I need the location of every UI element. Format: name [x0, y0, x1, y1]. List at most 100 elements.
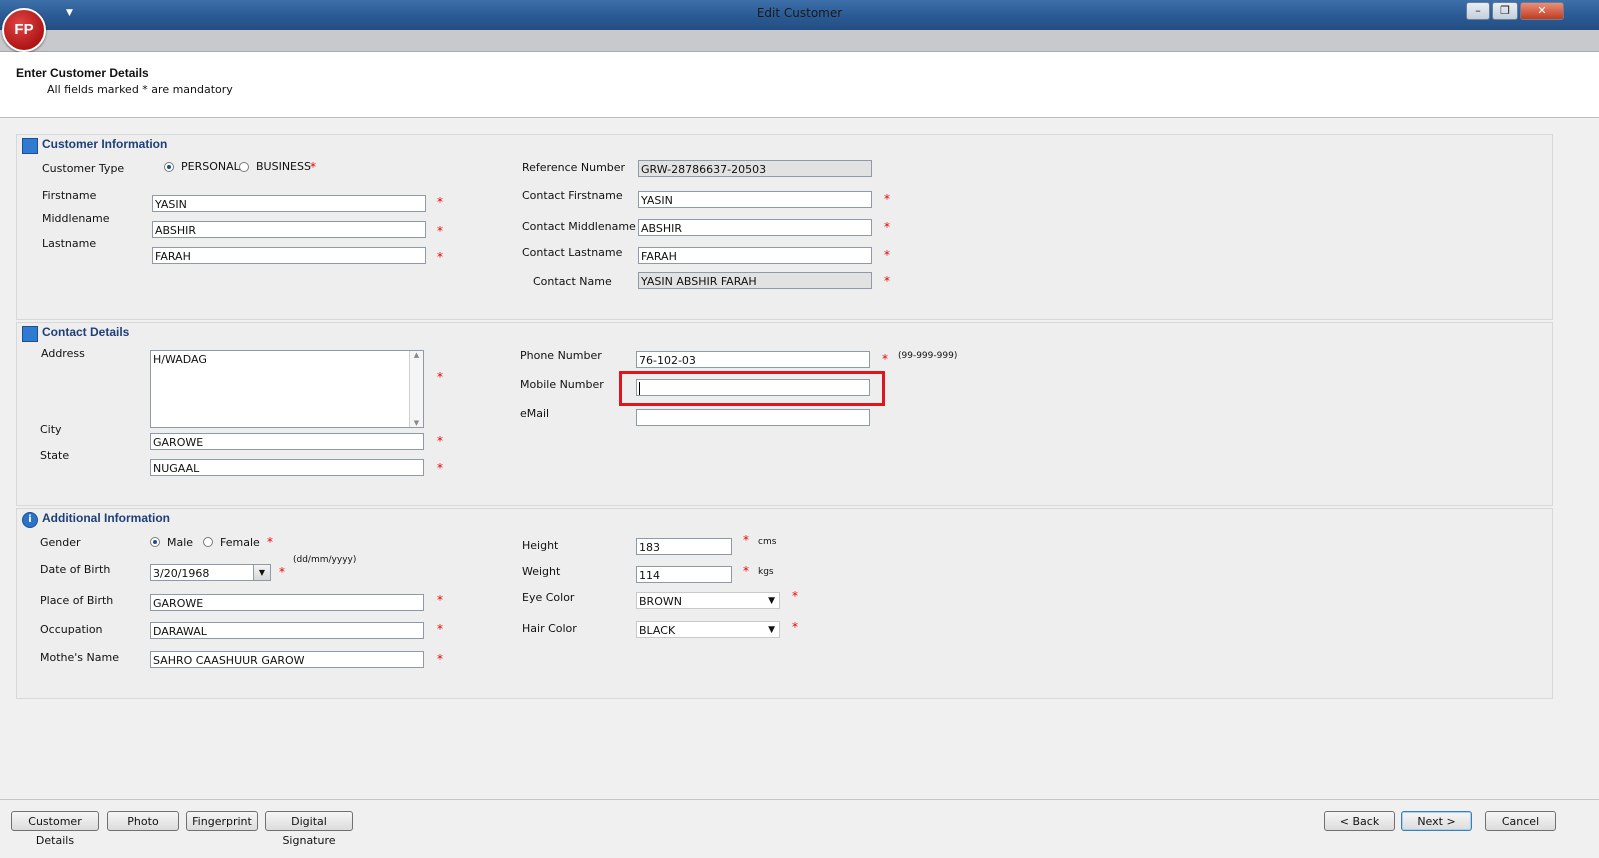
info-icon: i — [22, 512, 38, 528]
hair-color-select[interactable]: BLACK ▼ — [636, 621, 780, 638]
required-mark: * — [437, 195, 443, 209]
height-label: Height — [522, 539, 559, 552]
weight-label: Weight — [522, 565, 561, 578]
firstname-input[interactable]: YASIN — [152, 195, 426, 212]
female-label[interactable]: Female — [220, 536, 260, 549]
place-of-birth-label: Place of Birth — [40, 594, 114, 607]
page-title: Enter Customer Details — [16, 66, 149, 80]
lastname-input[interactable]: FARAH — [152, 247, 426, 264]
page-header: Enter Customer Details All fields marked… — [0, 52, 1599, 118]
form-icon — [22, 138, 38, 154]
fingerprint-tab-button[interactable]: Fingerprint — [186, 811, 258, 831]
page-subtitle: All fields marked * are mandatory — [47, 83, 233, 96]
required-mark: * — [743, 533, 749, 547]
close-window-button[interactable]: ✕ — [1520, 2, 1564, 20]
personal-label[interactable]: PERSONAL — [181, 160, 240, 173]
mothers-name-input[interactable]: SAHRO CAASHUUR GAROW — [150, 651, 424, 668]
calendar-dropdown-icon[interactable]: ▼ — [253, 565, 270, 580]
required-mark: * — [437, 622, 443, 636]
lastname-label: Lastname — [42, 237, 97, 250]
mobile-number-label: Mobile Number — [520, 378, 604, 391]
city-input[interactable]: GAROWE — [150, 433, 424, 450]
occupation-input[interactable]: DARAWAL — [150, 622, 424, 639]
required-mark: * — [310, 160, 316, 174]
personal-radio[interactable] — [164, 162, 174, 172]
required-mark: * — [437, 370, 443, 384]
dob-picker[interactable]: 3/20/1968 ▼ — [150, 564, 271, 581]
hair-color-value: BLACK — [639, 624, 676, 637]
eye-color-select[interactable]: BROWN ▼ — [636, 592, 780, 609]
required-mark: * — [884, 274, 890, 288]
address-scrollbar[interactable]: ▲ ▼ — [409, 351, 423, 427]
required-mark: * — [792, 589, 798, 603]
eye-color-label: Eye Color — [522, 591, 575, 604]
required-mark: * — [437, 224, 443, 238]
male-radio[interactable] — [150, 537, 160, 547]
dob-format-hint: (dd/mm/yyyy) — [293, 555, 357, 565]
form-icon — [22, 326, 38, 342]
state-label: State — [40, 449, 70, 462]
place-of-birth-input[interactable]: GAROWE — [150, 594, 424, 611]
required-mark: * — [437, 461, 443, 475]
eye-color-value: BROWN — [639, 595, 682, 608]
quick-access-dropdown-icon[interactable]: ▼ — [66, 8, 73, 18]
contact-lastname-label: Contact Lastname — [522, 246, 623, 259]
text-cursor: ​ — [639, 382, 640, 395]
phone-number-label: Phone Number — [520, 349, 602, 362]
section-title: Customer Information — [42, 137, 168, 151]
mothers-name-label: Mothe's Name — [40, 651, 119, 664]
app-logo[interactable]: FP — [2, 8, 46, 52]
required-mark: * — [267, 535, 273, 549]
required-mark: * — [437, 434, 443, 448]
restore-button[interactable]: ❐ — [1492, 2, 1518, 20]
height-unit: cms — [758, 537, 777, 547]
next-button[interactable]: Next > — [1401, 811, 1472, 831]
contact-middlename-label: Contact Middlename — [522, 220, 636, 233]
female-radio[interactable] — [203, 537, 213, 547]
contact-lastname-input[interactable]: FARAH — [638, 247, 872, 264]
business-label[interactable]: BUSINESS — [256, 160, 311, 173]
customer-details-tab-button[interactable]: Customer Details — [11, 811, 99, 847]
required-mark: * — [884, 192, 890, 206]
height-input[interactable]: 183 — [636, 538, 732, 555]
dob-value: 3/20/1968 — [153, 567, 210, 580]
address-label: Address — [41, 347, 85, 360]
reference-number-field: GRW-28786637-20503 — [638, 160, 872, 177]
back-button[interactable]: < Back — [1324, 811, 1395, 831]
middlename-input[interactable]: ABSHIR — [152, 221, 426, 238]
phone-number-input[interactable]: 76-102-03 — [636, 351, 870, 368]
state-input[interactable]: NUGAAL — [150, 459, 424, 476]
photo-tab-button[interactable]: Photo — [107, 811, 179, 831]
required-mark: * — [884, 248, 890, 262]
contact-middlename-input[interactable]: ABSHIR — [638, 219, 872, 236]
required-mark: * — [437, 593, 443, 607]
contact-firstname-input[interactable]: YASIN — [638, 191, 872, 208]
email-label: eMail — [520, 407, 550, 420]
reference-number-label: Reference Number — [522, 161, 626, 174]
male-label[interactable]: Male — [167, 536, 193, 549]
digital-signature-tab-button[interactable]: Digital Signature — [265, 811, 353, 847]
business-radio[interactable] — [239, 162, 249, 172]
address-textarea[interactable]: H/WADAG — [150, 350, 424, 428]
email-input[interactable] — [636, 409, 870, 426]
ribbon-bar — [0, 30, 1599, 52]
contact-firstname-label: Contact Firstname — [522, 189, 623, 202]
mobile-number-input[interactable]: ​ — [636, 379, 870, 396]
window-title: Edit Customer — [756, 6, 843, 20]
occupation-label: Occupation — [40, 623, 103, 636]
weight-input[interactable]: 114 — [636, 566, 732, 583]
title-bar: Edit Customer — [0, 0, 1599, 30]
required-mark: * — [882, 352, 888, 366]
city-label: City — [40, 423, 62, 436]
chevron-down-icon[interactable]: ▼ — [768, 622, 775, 637]
required-mark: * — [743, 564, 749, 578]
required-mark: * — [792, 620, 798, 634]
chevron-down-icon[interactable]: ▼ — [768, 593, 775, 608]
required-mark: * — [884, 220, 890, 234]
contact-name-field: YASIN ABSHIR FARAH — [638, 272, 872, 289]
customer-type-label: Customer Type — [42, 162, 125, 175]
cancel-button[interactable]: Cancel — [1485, 811, 1556, 831]
minimize-button[interactable]: – — [1466, 2, 1490, 20]
required-mark: * — [437, 250, 443, 264]
weight-unit: kgs — [758, 567, 774, 577]
